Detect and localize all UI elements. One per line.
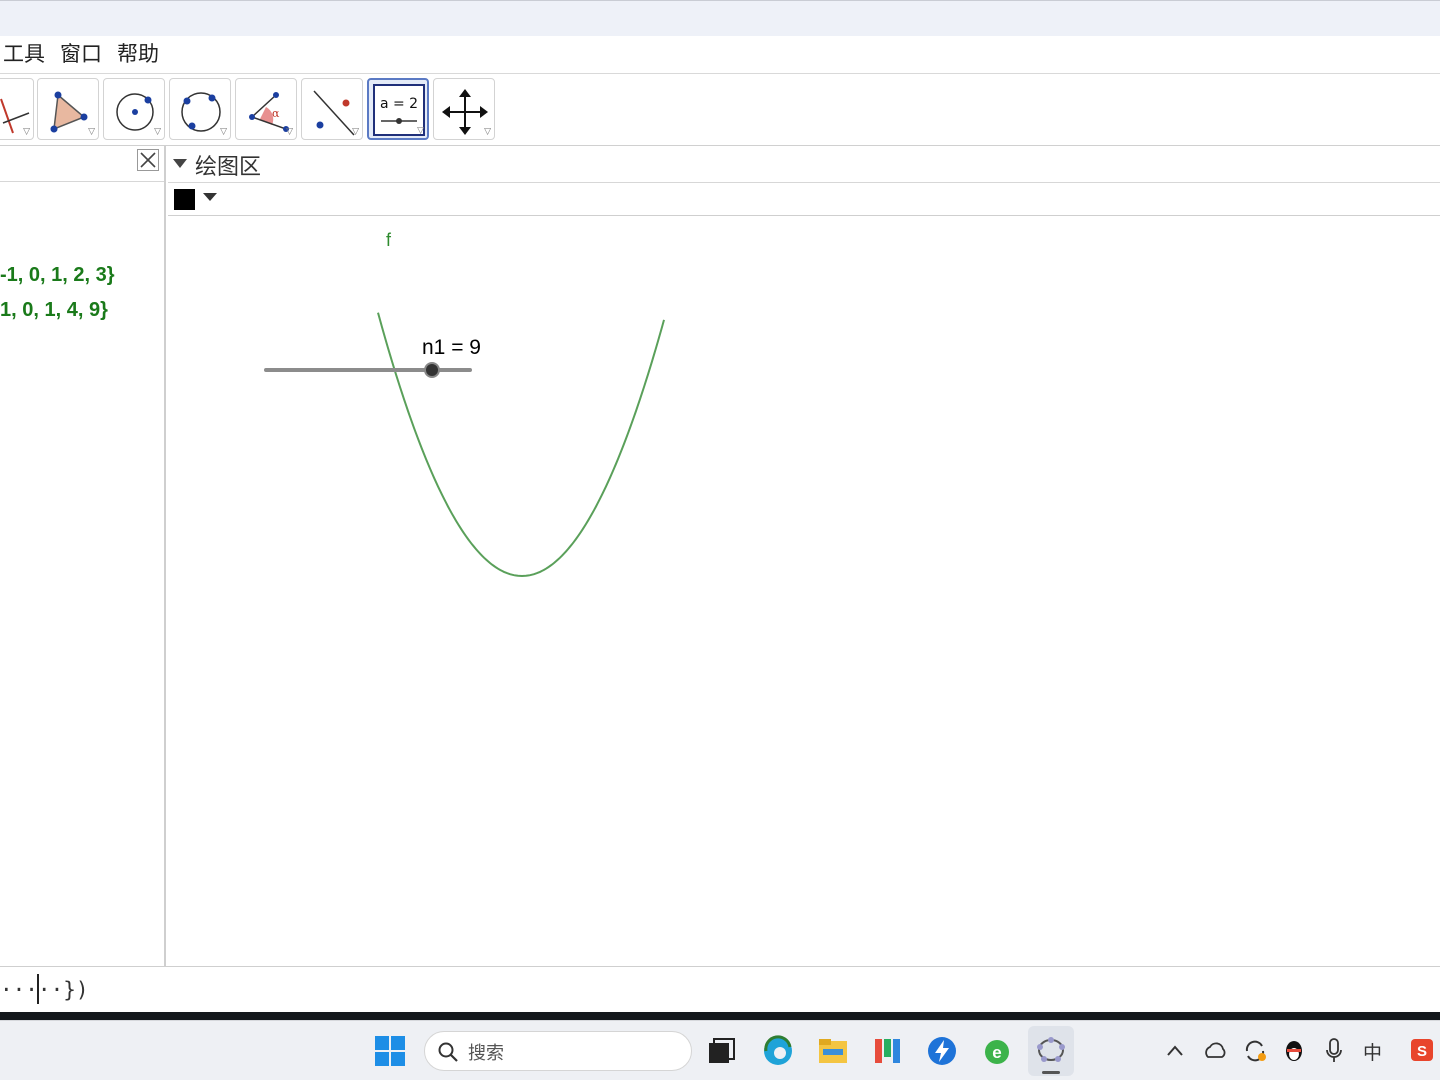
windows-start-icon[interactable] (375, 1036, 405, 1066)
input-bar[interactable]: ·····}) (0, 966, 1440, 1012)
app-bookmark-icon[interactable] (871, 1035, 903, 1067)
chevron-down-icon[interactable] (203, 193, 217, 201)
algebra-view-header (0, 146, 164, 182)
menu-window[interactable]: 窗口 (60, 40, 102, 68)
search-placeholder: 搜索 (468, 1043, 504, 1064)
slider-n1-label: n1 = 9 (422, 336, 481, 359)
text-caret (37, 974, 39, 1004)
function-f-label: f (386, 230, 392, 250)
move-graphics-tool-button[interactable]: ▽ (433, 78, 495, 140)
algebra-row-list2[interactable]: 1, 0, 1, 4, 9} (0, 299, 108, 322)
menu-tools[interactable]: 工具 (3, 40, 45, 68)
color-swatch[interactable] (174, 189, 195, 210)
menu-help[interactable]: 帮助 (117, 40, 159, 68)
angle-tool-button[interactable]: α ▽ (235, 78, 297, 140)
close-icon[interactable] (137, 149, 159, 171)
angle-alpha-label: α (272, 107, 280, 120)
collapse-triangle-icon[interactable] (173, 159, 187, 169)
ie-browser-icon[interactable]: e (981, 1035, 1013, 1067)
input-field-text[interactable]: ·····}) (0, 978, 89, 1002)
cloud-sync-icon[interactable] (1202, 1039, 1228, 1063)
sync-icon[interactable] (1242, 1038, 1268, 1064)
window-title-bar (0, 0, 1440, 36)
reflect-tool-button[interactable]: ▽ (301, 78, 363, 140)
taskbar: 搜索 e 中 S (0, 1020, 1440, 1080)
graphics-view: 绘图区 f n1 = 9 (168, 146, 1440, 966)
drawing-canvas[interactable]: f n1 = 9 (168, 216, 1440, 966)
slider-tool-button[interactable]: a = 2 ▽ (367, 78, 429, 140)
file-explorer-icon[interactable] (817, 1035, 849, 1067)
geogebra-taskbar-button[interactable] (1028, 1026, 1074, 1076)
circle-three-points-tool-button[interactable]: ▽ (169, 78, 231, 140)
svg-text:S: S (1417, 1043, 1427, 1060)
graphics-view-title: 绘图区 (195, 155, 262, 180)
search-icon (438, 1042, 458, 1062)
svg-text:e: e (992, 1043, 1001, 1062)
feishu-bolt-icon[interactable] (926, 1035, 958, 1067)
sogou-input-icon[interactable]: S (1409, 1037, 1435, 1063)
ime-language-indicator[interactable]: 中 (1363, 1038, 1382, 1065)
qq-penguin-icon[interactable] (1282, 1037, 1306, 1065)
geogebra-icon (1037, 1037, 1065, 1062)
chevron-up-icon[interactable] (1165, 1041, 1185, 1061)
style-bar (168, 183, 1440, 216)
menu-bar: 工具 窗口 帮助 (0, 36, 1440, 74)
microphone-icon[interactable] (1324, 1037, 1344, 1065)
edge-browser-icon[interactable] (762, 1035, 794, 1067)
slider-n1-handle[interactable] (424, 362, 440, 378)
line-tool-button[interactable]: ▽ (0, 78, 34, 140)
task-view-icon[interactable] (708, 1037, 736, 1065)
algebra-row-list1[interactable]: -1, 0, 1, 2, 3} (0, 264, 115, 287)
circle-tool-button[interactable]: ▽ (103, 78, 165, 140)
polygon-tool-button[interactable]: ▽ (37, 78, 99, 140)
desktop-wallpaper-strip (0, 1012, 1440, 1020)
function-f-curve[interactable] (377, 312, 665, 578)
graphics-view-header: 绘图区 (168, 146, 1440, 183)
algebra-view: -1, 0, 1, 2, 3} 1, 0, 1, 4, 9} (0, 146, 166, 966)
toolbar: ▽ ▽ ▽ ▽ α ▽ ▽ a = 2 ▽ ▽ (0, 74, 1440, 146)
slider-icon-label: a = 2 (380, 96, 418, 112)
taskbar-search-box[interactable]: 搜索 (424, 1031, 692, 1071)
